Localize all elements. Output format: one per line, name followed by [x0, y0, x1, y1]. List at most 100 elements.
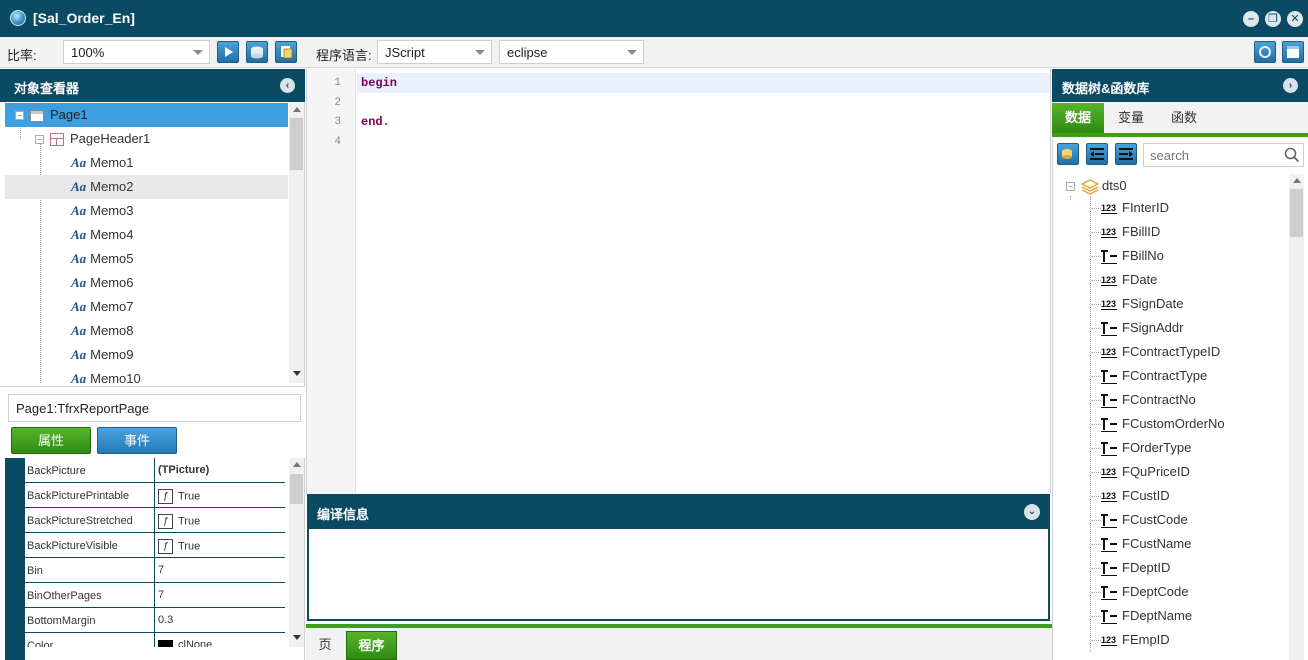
page-tab[interactable]: 页	[308, 631, 342, 660]
property-row[interactable]: BackPicture (TPicture)	[25, 458, 285, 483]
property-value: True	[178, 490, 201, 503]
checkbox-icon[interactable]: ƒ	[158, 514, 173, 529]
property-row[interactable]: BackPictureStretched ƒ True	[25, 508, 285, 533]
field-item[interactable]: 123 FSignDate	[1101, 292, 1183, 316]
field-item[interactable]: FOrderType	[1101, 436, 1191, 460]
tree-item-label: Memo6	[90, 275, 134, 290]
field-item[interactable]: 123 FContractTypeID	[1101, 340, 1220, 364]
restore-icon[interactable]: ❐	[1265, 11, 1281, 27]
property-row[interactable]: BottomMargin 0.3	[25, 608, 285, 633]
scroll-down-icon[interactable]	[293, 371, 301, 376]
minimize-icon[interactable]: –	[1243, 11, 1259, 27]
tree-item-page1[interactable]: − Page1	[5, 103, 288, 127]
property-row[interactable]: Bin 7	[25, 558, 285, 583]
data-tree-scroll-thumb[interactable]	[1290, 189, 1303, 237]
tree-scroll-thumb[interactable]	[290, 118, 303, 170]
theme-select[interactable]: eclipse	[499, 40, 644, 64]
checkbox-icon[interactable]: ƒ	[158, 489, 173, 504]
search-input[interactable]	[1148, 146, 1278, 164]
search-box[interactable]	[1143, 143, 1304, 167]
selected-object-field[interactable]: Page1:TfrxReportPage	[8, 394, 301, 422]
zoom-select[interactable]: 100%	[63, 40, 210, 64]
tree-item-memo10[interactable]: Aa Memo10	[5, 367, 288, 383]
field-item[interactable]: FContractNo	[1101, 388, 1196, 412]
code-line[interactable]: end.	[361, 115, 390, 129]
collapse-right-icon[interactable]: ›	[1283, 78, 1298, 93]
outdent-button[interactable]	[1086, 143, 1108, 165]
memo-icon: Aa	[71, 251, 87, 266]
tree-item-memo1[interactable]: Aa Memo1	[5, 151, 288, 175]
scroll-up-icon[interactable]	[293, 462, 301, 467]
tree-item-memo8[interactable]: Aa Memo8	[5, 319, 288, 343]
field-item[interactable]: FDeptName	[1101, 604, 1192, 628]
collapse-icon[interactable]: −	[35, 135, 44, 145]
refresh-button[interactable]	[1254, 41, 1276, 63]
field-item[interactable]: 123 FBillID	[1101, 220, 1160, 244]
field-item[interactable]: 123 FEmpID	[1101, 628, 1170, 652]
refresh-icon	[1259, 46, 1271, 58]
field-item[interactable]: FCustomOrderNo	[1101, 412, 1225, 436]
code-line[interactable]: begin	[361, 76, 397, 90]
property-row[interactable]: Color clNone	[25, 633, 285, 647]
tree-scrollbar[interactable]	[289, 103, 304, 383]
field-item[interactable]: FDeptCode	[1101, 580, 1188, 604]
tree-item-memo7[interactable]: Aa Memo7	[5, 295, 288, 319]
line-number-gutter: 1 2 3 4	[307, 69, 356, 494]
collapse-icon[interactable]: −	[15, 111, 24, 121]
tab-data[interactable]: 数据	[1052, 103, 1104, 133]
data-tree-scrollbar[interactable]	[1289, 174, 1304, 660]
run-button[interactable]	[217, 41, 239, 63]
scroll-down-icon[interactable]	[293, 635, 301, 640]
tree-item-memo2[interactable]: Aa Memo2	[5, 175, 288, 199]
collapse-icon[interactable]: −	[1066, 182, 1075, 192]
field-item[interactable]: FCustName	[1101, 532, 1191, 556]
property-row[interactable]: BinOtherPages 7	[25, 583, 285, 608]
field-item[interactable]: FSignAddr	[1101, 316, 1183, 340]
property-value[interactable]: 0.3	[156, 608, 285, 633]
tree-item-memo4[interactable]: Aa Memo4	[5, 223, 288, 247]
tab-functions[interactable]: 函数	[1158, 103, 1210, 133]
property-value-cell[interactable]: clNone	[156, 633, 285, 647]
field-item[interactable]: 123 FCustID	[1101, 484, 1170, 508]
field-item[interactable]: 123 FDate	[1101, 268, 1157, 292]
field-item[interactable]: 123 FQuPriceID	[1101, 460, 1190, 484]
field-item[interactable]: FContractType	[1101, 364, 1207, 388]
tree-item-pageheader1[interactable]: − PageHeader1	[5, 127, 288, 151]
property-scrollbar[interactable]	[289, 458, 304, 647]
tree-item-memo9[interactable]: Aa Memo9	[5, 343, 288, 367]
field-item[interactable]: 123 FInterID	[1101, 196, 1169, 220]
tree-item-memo3[interactable]: Aa Memo3	[5, 199, 288, 223]
property-value[interactable]: (TPicture)	[156, 458, 285, 483]
collapse-compile-icon[interactable]: ⌄	[1024, 504, 1040, 520]
checkbox-icon[interactable]: ƒ	[158, 539, 173, 554]
search-icon[interactable]	[1284, 147, 1300, 163]
paste-button[interactable]	[275, 41, 297, 63]
scroll-up-icon[interactable]	[293, 107, 301, 112]
property-scroll-thumb[interactable]	[290, 474, 303, 504]
tab-variables[interactable]: 变量	[1106, 103, 1156, 133]
property-value[interactable]: 7	[156, 583, 285, 608]
events-tab[interactable]: 事件	[97, 427, 177, 454]
scroll-up-icon[interactable]	[1293, 178, 1301, 183]
property-row[interactable]: BackPicturePrintable ƒ True	[25, 483, 285, 508]
property-value-cell[interactable]: ƒ True	[156, 508, 285, 533]
console-button[interactable]	[1282, 41, 1304, 63]
property-value-cell[interactable]: ƒ True	[156, 483, 285, 508]
field-item[interactable]: FCustCode	[1101, 508, 1188, 532]
properties-tab[interactable]: 属性	[11, 427, 91, 454]
add-dataset-button[interactable]	[1057, 143, 1079, 165]
tree-item-memo6[interactable]: Aa Memo6	[5, 271, 288, 295]
language-select[interactable]: JScript	[377, 40, 492, 64]
collapse-left-icon[interactable]: ‹	[280, 78, 295, 93]
code-editor[interactable]	[306, 69, 1051, 494]
code-tab[interactable]: 程序	[346, 631, 397, 660]
property-value[interactable]: 7	[156, 558, 285, 583]
field-item[interactable]: FDeptID	[1101, 556, 1170, 580]
database-button[interactable]	[246, 41, 268, 63]
property-row[interactable]: BackPictureVisible ƒ True	[25, 533, 285, 558]
property-value-cell[interactable]: ƒ True	[156, 533, 285, 558]
field-item[interactable]: FBillNo	[1101, 244, 1164, 268]
close-icon[interactable]: ✕	[1287, 11, 1303, 27]
indent-button[interactable]	[1115, 143, 1137, 165]
tree-item-memo5[interactable]: Aa Memo5	[5, 247, 288, 271]
